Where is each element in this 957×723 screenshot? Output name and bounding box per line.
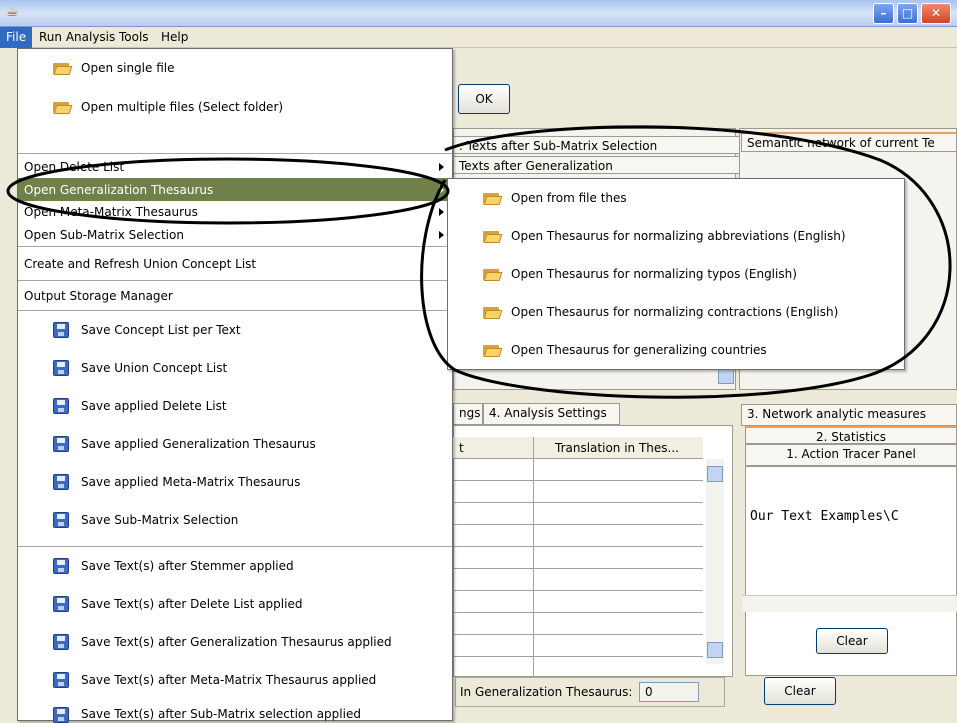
tab-semantic-network[interactable]: Semantic network of current Te xyxy=(741,132,957,152)
tab-statistics[interactable]: 2. Statistics xyxy=(745,426,957,444)
menu-item-save-text-sub-matrix[interactable]: Save Text(s) after Sub-Matrix selection … xyxy=(18,699,452,723)
menu-item-save-text-generalization[interactable]: Save Text(s) after Generalization Thesau… xyxy=(18,623,452,661)
menu-item-create-union-concept-list[interactable]: Create and Refresh Union Concept List xyxy=(18,247,452,280)
menu-bar: File Run Analysis Tools Help xyxy=(0,27,957,48)
menu-separator xyxy=(18,153,452,154)
folder-open-icon xyxy=(483,191,503,205)
submenu-arrow-icon xyxy=(439,230,444,239)
menu-item-save-text-stemmer[interactable]: Save Text(s) after Stemmer applied xyxy=(18,547,452,585)
tab-action-tracer[interactable]: 1. Action Tracer Panel xyxy=(745,444,957,466)
submenu-arrow-icon xyxy=(439,185,444,194)
menu-item-save-sub-matrix-selection[interactable]: Save Sub-Matrix Selection xyxy=(18,501,452,539)
submenu-item-open-from-file[interactable]: Open from file thes xyxy=(448,179,904,217)
menu-tools[interactable]: Tools xyxy=(113,27,155,48)
tab-texts-generalization[interactable]: Texts after Generalization xyxy=(453,156,740,174)
menu-item-save-meta-matrix-thesaurus[interactable]: Save applied Meta-Matrix Thesaurus xyxy=(18,463,452,501)
folder-open-icon xyxy=(53,61,73,75)
folder-open-icon xyxy=(53,100,73,114)
menu-item-open-multiple-files[interactable]: Open multiple files (Select folder) xyxy=(18,87,452,127)
menu-item-save-text-meta-matrix[interactable]: Save Text(s) after Meta-Matrix Thesaurus… xyxy=(18,661,452,699)
menu-item-open-sub-matrix-selection[interactable]: Open Sub-Matrix Selection xyxy=(18,223,452,246)
menu-help[interactable]: Help xyxy=(155,27,194,48)
save-disk-icon xyxy=(53,322,69,338)
save-disk-icon xyxy=(53,672,69,688)
submenu-item-contractions[interactable]: Open Thesaurus for normalizing contracti… xyxy=(448,293,904,331)
save-disk-icon xyxy=(53,474,69,490)
table-header-row: t Translation in Thes... xyxy=(453,437,703,459)
menu-item-open-single-file[interactable]: Open single file xyxy=(18,49,452,87)
submenu-item-abbreviations[interactable]: Open Thesaurus for normalizing abbreviat… xyxy=(448,217,904,255)
folder-open-icon xyxy=(483,267,503,281)
gen-thesaurus-count: 0 xyxy=(639,682,699,702)
save-disk-icon xyxy=(53,512,69,528)
gen-thesaurus-label: In Generalization Thesaurus: xyxy=(460,685,633,699)
table-scrollbar[interactable] xyxy=(706,459,724,664)
column-header-translation[interactable]: Translation in Thes... xyxy=(555,441,679,455)
menu-file[interactable]: File xyxy=(0,27,33,48)
menu-item-output-storage-manager[interactable]: Output Storage Manager xyxy=(18,281,452,310)
save-disk-icon xyxy=(53,634,69,650)
horizontal-scrollbar[interactable] xyxy=(742,595,957,612)
save-disk-icon xyxy=(53,558,69,574)
menu-item-save-generalization-thesaurus[interactable]: Save applied Generalization Thesaurus xyxy=(18,425,452,463)
clear-button[interactable]: Clear xyxy=(816,628,888,654)
tab-settings-partial[interactable]: ngs xyxy=(453,403,483,425)
action-tracer-text: Our Text Examples\C xyxy=(750,509,899,524)
menu-run-analysis[interactable]: Run Analysis xyxy=(33,27,121,48)
ok-button[interactable]: OK xyxy=(458,84,510,114)
close-icon[interactable]: ✕ xyxy=(921,3,951,24)
scroll-down-icon[interactable] xyxy=(707,642,723,658)
submenu-arrow-icon xyxy=(439,163,444,171)
scroll-up-icon[interactable] xyxy=(707,466,723,482)
menu-item-save-concept-list[interactable]: Save Concept List per Text xyxy=(18,311,452,349)
save-disk-icon xyxy=(53,360,69,376)
generalization-submenu: Open from file thes Open Thesaurus for n… xyxy=(447,178,905,370)
maximize-icon[interactable]: □ xyxy=(897,3,918,24)
menu-item-open-generalization-thesaurus[interactable]: Open Generalization Thesaurus xyxy=(18,178,452,201)
java-icon: ☕ xyxy=(6,4,19,20)
tab-network-measures[interactable]: 3. Network analytic measures xyxy=(741,404,957,426)
status-panel: In Generalization Thesaurus: 0 xyxy=(455,677,725,707)
tab-texts-sub-matrix[interactable]: . Texts after Sub-Matrix Selection xyxy=(453,136,740,154)
submenu-item-countries[interactable]: Open Thesaurus for generalizing countrie… xyxy=(448,331,904,369)
folder-open-icon xyxy=(483,305,503,319)
minimize-icon[interactable]: – xyxy=(873,3,894,24)
folder-open-icon xyxy=(483,229,503,243)
menu-item-open-meta-matrix-thesaurus[interactable]: Open Meta-Matrix Thesaurus xyxy=(18,201,452,223)
save-disk-icon xyxy=(53,398,69,414)
file-menu: Open single file Open multiple files (Se… xyxy=(17,48,453,723)
menu-item-save-delete-list[interactable]: Save applied Delete List xyxy=(18,387,452,425)
submenu-item-typos[interactable]: Open Thesaurus for normalizing typos (En… xyxy=(448,255,904,293)
menu-item-open-delete-list[interactable]: Open Delete List xyxy=(18,156,452,178)
submenu-arrow-icon xyxy=(439,208,444,216)
clear-button-2[interactable]: Clear xyxy=(764,677,836,705)
scroll-down-icon[interactable] xyxy=(718,368,734,384)
save-disk-icon xyxy=(53,596,69,612)
column-header-t[interactable]: t xyxy=(459,441,464,455)
save-disk-icon xyxy=(53,436,69,452)
menu-item-save-text-delete-list[interactable]: Save Text(s) after Delete List applied xyxy=(18,585,452,623)
menu-item-save-union-concept-list[interactable]: Save Union Concept List xyxy=(18,349,452,387)
translation-table xyxy=(453,425,733,677)
tab-analysis-settings[interactable]: 4. Analysis Settings xyxy=(483,403,620,425)
folder-open-icon xyxy=(483,343,503,357)
title-bar: ☕ – □ ✕ xyxy=(0,0,957,27)
